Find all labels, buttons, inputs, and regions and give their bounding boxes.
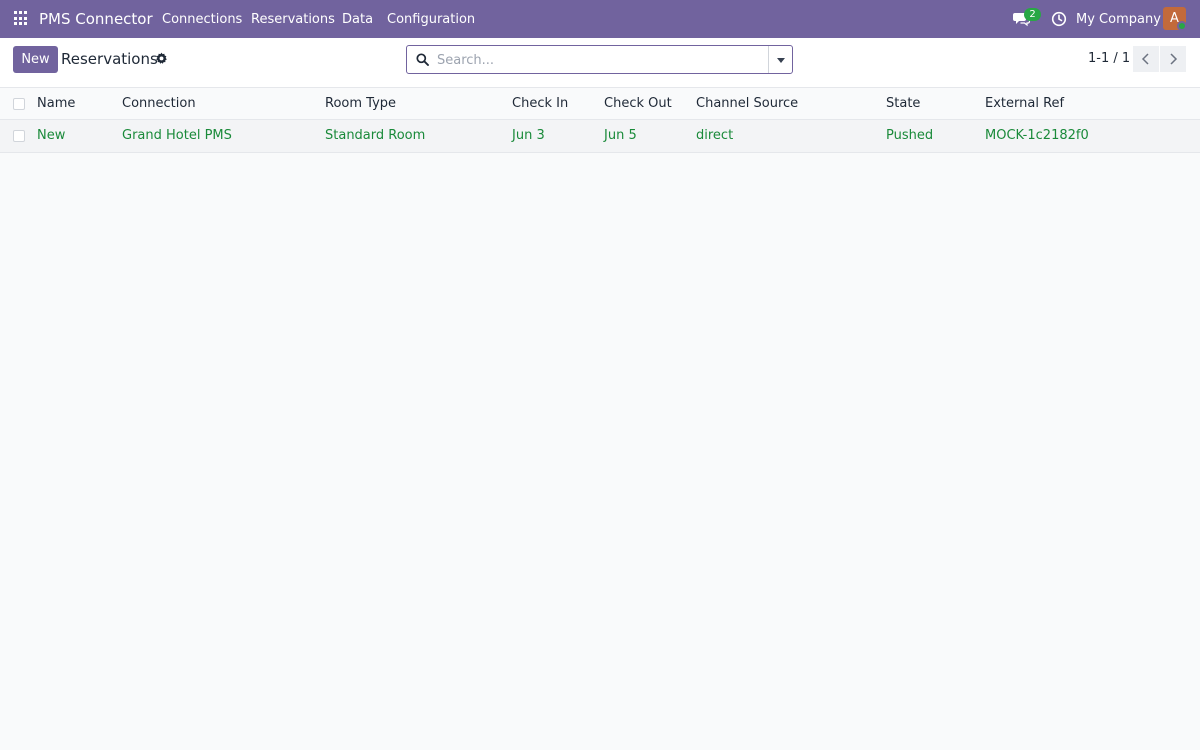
search-box: [406, 45, 793, 74]
column-header-check-in[interactable]: Check In: [512, 96, 568, 111]
search-icon: [416, 53, 429, 66]
clock-icon[interactable]: [1051, 11, 1067, 27]
cell-channel-source: direct: [696, 128, 734, 143]
column-header-room-type[interactable]: Room Type: [325, 96, 396, 111]
cell-check-out: Jun 5: [604, 128, 637, 143]
search-options-dropdown-icon[interactable]: [768, 46, 793, 73]
column-header-state[interactable]: State: [886, 96, 920, 111]
top-navbar: PMS Connector Connections Reservations D…: [0, 0, 1200, 38]
menu-configuration[interactable]: Configuration: [387, 12, 475, 27]
cell-connection: Grand Hotel PMS: [122, 128, 232, 143]
cell-external-ref: MOCK-1c2182f0: [985, 128, 1089, 143]
chevron-right-icon: [1170, 53, 1178, 65]
cell-check-in: Jun 3: [512, 128, 545, 143]
cell-name: New: [37, 128, 66, 143]
column-header-external-ref[interactable]: External Ref: [985, 96, 1064, 111]
pager-previous-button[interactable]: [1133, 46, 1159, 72]
new-button[interactable]: New: [13, 46, 58, 73]
control-panel: New Reservations 1-1 / 1: [0, 38, 1200, 88]
company-switcher[interactable]: My Company: [1076, 12, 1161, 27]
pager-value[interactable]: 1-1 / 1: [1088, 51, 1130, 66]
column-header-connection[interactable]: Connection: [122, 96, 196, 111]
pager-next-button[interactable]: [1160, 46, 1186, 72]
gear-icon[interactable]: [155, 52, 168, 65]
reservations-table: Name Connection Room Type Check In Check…: [0, 88, 1200, 153]
online-status-dot: [1177, 21, 1187, 31]
menu-reservations[interactable]: Reservations: [251, 12, 335, 27]
apps-grid-icon[interactable]: [14, 11, 29, 26]
column-header-channel-source[interactable]: Channel Source: [696, 96, 798, 111]
app-brand[interactable]: PMS Connector: [39, 10, 153, 28]
select-all-checkbox[interactable]: [13, 98, 25, 110]
chevron-left-icon: [1141, 53, 1149, 65]
column-header-name[interactable]: Name: [37, 96, 75, 111]
menu-data[interactable]: Data: [342, 12, 373, 27]
table-header: Name Connection Room Type Check In Check…: [0, 88, 1200, 120]
row-checkbox[interactable]: [13, 130, 25, 142]
search-input[interactable]: [437, 50, 762, 70]
menu-connections[interactable]: Connections: [162, 12, 242, 27]
column-header-check-out[interactable]: Check Out: [604, 96, 672, 111]
cell-room-type: Standard Room: [325, 128, 426, 143]
page-title: Reservations: [61, 50, 158, 68]
table-row[interactable]: New Grand Hotel PMS Standard Room Jun 3 …: [0, 120, 1200, 153]
messages-count-badge: 2: [1024, 8, 1041, 21]
cell-state: Pushed: [886, 128, 934, 143]
